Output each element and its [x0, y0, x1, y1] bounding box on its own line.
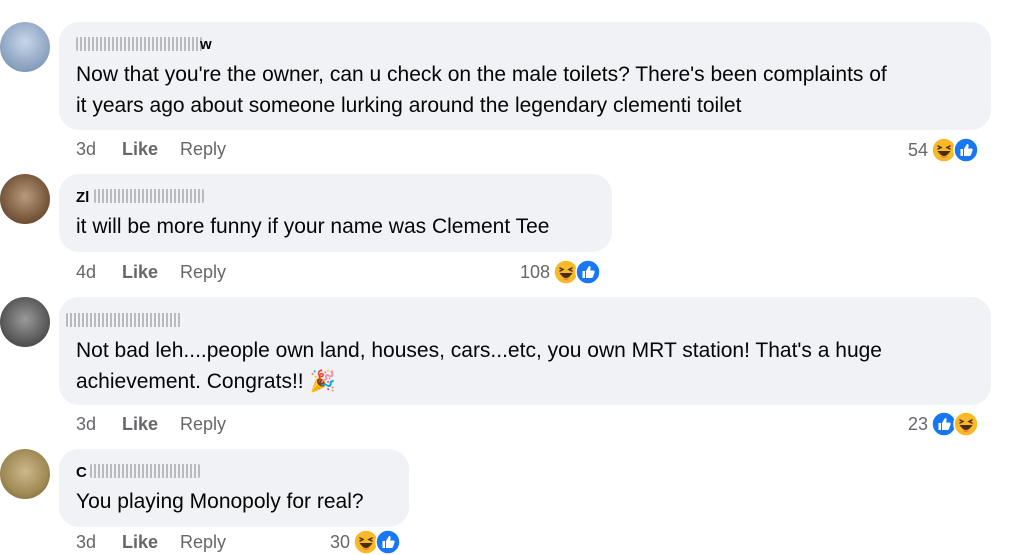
reply-button[interactable]: Reply	[180, 262, 226, 283]
reply-button[interactable]: Reply	[180, 139, 226, 160]
comment-text: achievement. Congrats!! 🎉	[76, 370, 336, 393]
comment-text: Not bad leh....people own land, houses, …	[76, 339, 882, 362]
like-button[interactable]: Like	[122, 532, 158, 553]
author-name[interactable]: w	[200, 36, 212, 52]
comment-text: it will be more funny if your name was C…	[76, 215, 550, 238]
like-icon	[575, 259, 601, 285]
comment-text: it years ago about someone lurking aroun…	[76, 94, 742, 117]
reaction-summary[interactable]: 108	[520, 259, 601, 285]
avatar[interactable]	[0, 22, 50, 72]
avatar[interactable]	[0, 449, 50, 499]
reaction-count: 108	[520, 261, 551, 282]
like-button[interactable]: Like	[122, 139, 158, 160]
comment-text: You playing Monopoly for real?	[76, 490, 364, 513]
avatar[interactable]	[0, 297, 50, 347]
author-name-redacted	[90, 464, 200, 478]
reaction-count: 23	[908, 413, 929, 434]
reaction-summary[interactable]: 30	[330, 529, 401, 555]
timestamp[interactable]: 4d	[76, 262, 96, 283]
haha-icon	[953, 411, 979, 437]
like-icon	[953, 137, 979, 163]
like-icon	[375, 529, 401, 555]
reaction-count: 54	[908, 139, 929, 160]
reply-button[interactable]: Reply	[180, 414, 226, 435]
author-name-redacted	[66, 313, 182, 327]
reaction-count: 30	[330, 531, 351, 552]
author-name-redacted	[94, 189, 204, 203]
author-name[interactable]: C	[76, 464, 87, 480]
timestamp[interactable]: 3d	[76, 414, 96, 435]
reaction-summary[interactable]: 23	[908, 411, 979, 437]
timestamp[interactable]: 3d	[76, 532, 96, 553]
like-button[interactable]: Like	[122, 262, 158, 283]
timestamp[interactable]: 3d	[76, 139, 96, 160]
reaction-summary[interactable]: 54	[908, 137, 979, 163]
comment-text: Now that you're the owner, can u check o…	[76, 63, 887, 86]
avatar[interactable]	[0, 174, 50, 224]
like-button[interactable]: Like	[122, 414, 158, 435]
author-name[interactable]: Zl	[76, 189, 89, 205]
author-name-redacted	[76, 37, 202, 51]
reply-button[interactable]: Reply	[180, 532, 226, 553]
